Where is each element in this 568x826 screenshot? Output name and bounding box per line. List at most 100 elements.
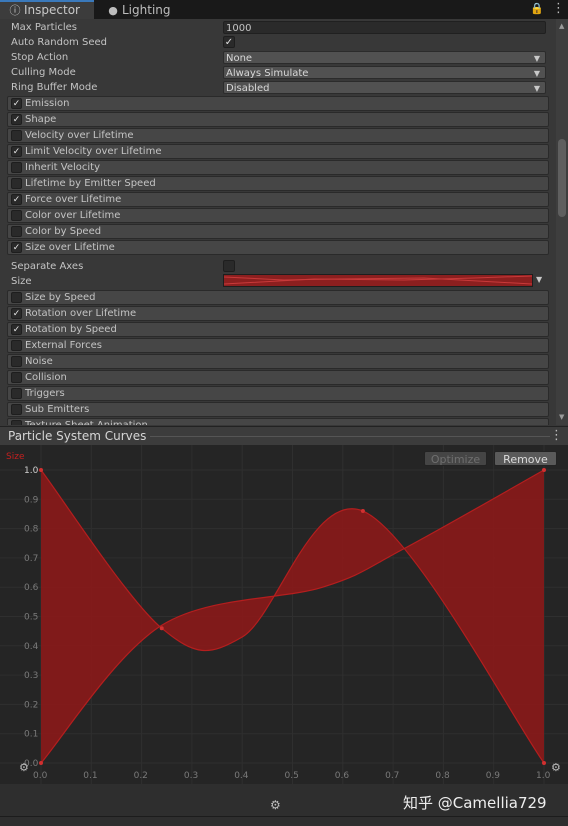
module-checkbox[interactable] xyxy=(11,388,22,399)
module-checkbox[interactable] xyxy=(11,404,22,415)
optimize-button[interactable]: Optimize xyxy=(424,451,487,466)
size-label: Size xyxy=(11,276,32,287)
module-row[interactable]: ✓ Size over Lifetime xyxy=(7,240,549,255)
inspector-panel: Max Particles 1000 Auto Random Seed ✓ St… xyxy=(0,19,556,425)
module-row[interactable]: ✓ Rotation over Lifetime xyxy=(7,306,549,321)
module-checkbox[interactable] xyxy=(11,292,22,303)
module-row[interactable]: Velocity over Lifetime xyxy=(7,128,549,143)
tab-inspector[interactable]: ⓘ Inspector xyxy=(0,0,94,19)
size-mode-dropdown-icon[interactable]: ▼ xyxy=(536,275,542,284)
x-tick-label: 0.3 xyxy=(184,771,198,781)
size-curve-preview xyxy=(224,275,532,285)
watermark-text: 知乎 @Camellia729 xyxy=(403,794,547,812)
x-tick-label: 0.4 xyxy=(234,771,249,781)
module-checkbox[interactable]: ✓ xyxy=(11,98,22,109)
culling-mode-dropdown[interactable]: Always Simulate ▼ xyxy=(223,66,546,79)
module-label: Color over Lifetime xyxy=(25,210,121,221)
remove-button[interactable]: Remove xyxy=(494,451,557,466)
more-options-icon[interactable]: ⋮ xyxy=(550,428,563,443)
max-particles-field[interactable]: 1000 xyxy=(223,21,546,34)
module-checkbox[interactable]: ✓ xyxy=(11,242,22,253)
curve-keyframe xyxy=(542,761,546,765)
scrollbar-thumb[interactable] xyxy=(558,139,566,217)
dropdown-arrow-icon: ▼ xyxy=(533,54,540,63)
module-checkbox[interactable] xyxy=(11,340,22,351)
stop-action-label: Stop Action xyxy=(11,52,69,63)
curves-panel-header: Particle System Curves ⋮ xyxy=(0,426,568,445)
module-label: Size by Speed xyxy=(25,292,96,303)
module-checkbox[interactable]: ✓ xyxy=(11,324,22,335)
module-label: Collision xyxy=(25,372,67,383)
module-row[interactable]: ✓ Force over Lifetime xyxy=(7,192,549,207)
module-checkbox[interactable] xyxy=(11,226,22,237)
module-row[interactable]: ✓ Emission xyxy=(7,96,549,111)
module-label: Size over Lifetime xyxy=(25,242,115,253)
curve-size-tag: Size xyxy=(6,452,25,462)
module-checkbox[interactable] xyxy=(11,210,22,221)
module-checkbox[interactable]: ✓ xyxy=(11,194,22,205)
module-row[interactable]: ✓ Shape xyxy=(7,112,549,127)
module-row[interactable]: Color by Speed xyxy=(7,224,549,239)
ring-buffer-mode-value: Disabled xyxy=(226,83,270,94)
y-tick-label: 0.9 xyxy=(24,495,39,505)
dropdown-arrow-icon: ▼ xyxy=(533,84,540,93)
module-checkbox[interactable]: ✓ xyxy=(11,114,22,125)
x-tick-label: 0.2 xyxy=(134,771,148,781)
x-tick-label: 0.7 xyxy=(385,771,399,781)
module-row[interactable]: Collision xyxy=(7,370,549,385)
module-checkbox[interactable]: ✓ xyxy=(11,308,22,319)
module-checkbox[interactable] xyxy=(11,372,22,383)
stop-action-dropdown[interactable]: None ▼ xyxy=(223,51,546,64)
module-row[interactable]: ✓ Rotation by Speed xyxy=(7,322,549,337)
inspector-scrollbar[interactable]: ▲ ▼ xyxy=(556,19,568,425)
module-label: Emission xyxy=(25,98,70,109)
size-curve-field[interactable] xyxy=(223,274,533,287)
y-tick-label: 0.1 xyxy=(24,730,38,740)
gear-icon[interactable]: ⚙ xyxy=(270,798,281,812)
module-row[interactable]: Color over Lifetime xyxy=(7,208,549,223)
x-tick-label: 0.5 xyxy=(285,771,299,781)
curve-chart[interactable]: 0.00.10.20.30.40.50.60.70.80.91.00.0 0.1 0… xyxy=(0,445,568,784)
module-row[interactable]: ✓ Limit Velocity over Lifetime xyxy=(7,144,549,159)
module-label: Color by Speed xyxy=(25,226,102,237)
module-checkbox[interactable]: ✓ xyxy=(11,146,22,157)
curve-editor[interactable]: 0.0 0.1 0.2 0.3 0.4 0.5 0.6 0.7 0.8 0.9 1.0 0.0 0.1 0… xyxy=(0,445,568,784)
module-checkbox[interactable] xyxy=(11,356,22,367)
lock-icon[interactable]: 🔒 xyxy=(530,2,544,16)
y-tick-label: 0.2 xyxy=(24,700,38,710)
y-tick-label: 0.5 xyxy=(24,613,38,623)
curves-panel-title: Particle System Curves xyxy=(8,429,147,443)
scroll-up-icon[interactable]: ▲ xyxy=(559,22,564,30)
x-tick-label: 0.6 xyxy=(335,771,350,781)
y-tick-label: 0.6 xyxy=(24,583,39,593)
module-row[interactable]: Lifetime by Emitter Speed xyxy=(7,176,549,191)
module-label: Velocity over Lifetime xyxy=(25,130,134,141)
x-tick-label: 1.0 xyxy=(536,771,551,781)
stop-action-value: None xyxy=(226,53,253,64)
module-checkbox[interactable] xyxy=(11,178,22,189)
module-row[interactable]: Noise xyxy=(7,354,549,369)
auto-random-seed-checkbox[interactable]: ✓ xyxy=(223,36,235,48)
module-row[interactable]: Sub Emitters xyxy=(7,402,549,417)
tab-lighting[interactable]: ● Lighting xyxy=(98,0,178,19)
x-tick-label: 0.9 xyxy=(486,771,501,781)
curve-keyframe xyxy=(39,761,43,765)
separate-axes-checkbox[interactable] xyxy=(223,260,235,272)
module-checkbox[interactable] xyxy=(11,130,22,141)
module-row[interactable]: Size by Speed xyxy=(7,290,549,305)
module-label: Texture Sheet Animation xyxy=(25,419,148,425)
module-row[interactable]: Triggers xyxy=(7,386,549,401)
module-label: External Forces xyxy=(25,340,102,351)
more-options-icon[interactable]: ⋮ xyxy=(552,2,565,16)
gear-icon: ⚙ xyxy=(19,761,29,774)
module-checkbox[interactable] xyxy=(11,420,22,425)
x-tick-label: 0.8 xyxy=(435,771,450,781)
module-row[interactable]: External Forces xyxy=(7,338,549,353)
module-label: Shape xyxy=(25,114,57,125)
module-row[interactable]: Inherit Velocity xyxy=(7,160,549,175)
scroll-down-icon[interactable]: ▼ xyxy=(559,413,564,421)
module-checkbox[interactable] xyxy=(11,162,22,173)
gear-icon: ⚙ xyxy=(551,761,561,774)
ring-buffer-mode-dropdown[interactable]: Disabled ▼ xyxy=(223,81,546,94)
module-row[interactable]: Texture Sheet Animation xyxy=(7,418,549,425)
